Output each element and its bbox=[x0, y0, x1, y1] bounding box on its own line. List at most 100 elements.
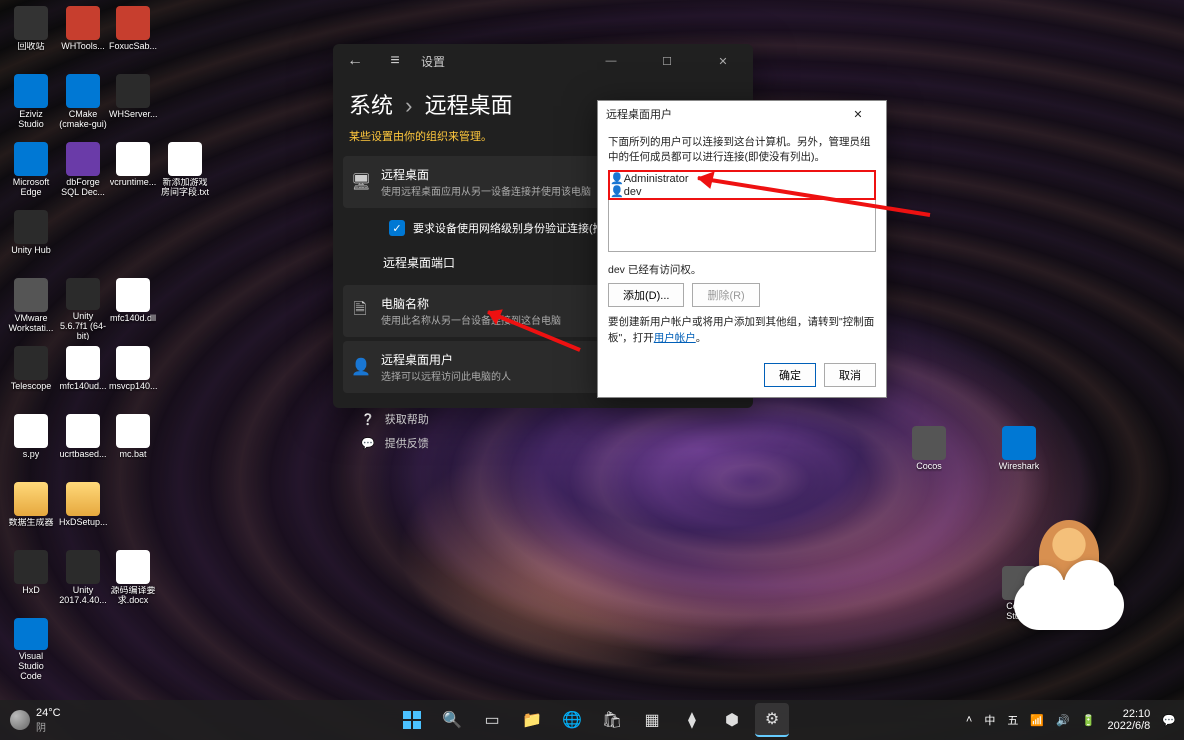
store-icon[interactable]: 🛍 bbox=[595, 703, 629, 737]
visual-studio-icon[interactable]: ⧫ bbox=[675, 703, 709, 737]
search-button[interactable]: 🔍 bbox=[435, 703, 469, 737]
menu-button[interactable]: ≡ bbox=[381, 47, 409, 75]
folder-icon bbox=[14, 482, 48, 516]
desktop-icon[interactable]: vcruntime... bbox=[108, 136, 158, 204]
list-item[interactable]: 👤dev bbox=[610, 185, 874, 198]
app-blue-icon bbox=[14, 74, 48, 108]
ok-button[interactable]: 确定 bbox=[764, 363, 816, 387]
maximize-button[interactable]: ☐ bbox=[645, 46, 689, 76]
desktop-icon[interactable]: Microsoft Edge bbox=[6, 136, 56, 204]
weather-widget[interactable]: 24°C 阴 bbox=[10, 707, 61, 734]
back-button[interactable]: ← bbox=[341, 47, 369, 75]
desktop-icon-label: mfc140d.dll bbox=[110, 314, 156, 324]
desktop-icon[interactable]: 回收站 bbox=[6, 0, 56, 68]
app-dark-icon bbox=[14, 210, 48, 244]
breadcrumb-root[interactable]: 系统 bbox=[349, 93, 393, 118]
desktop-icon[interactable]: HxD bbox=[6, 544, 56, 612]
add-button[interactable]: 添加(D)... bbox=[608, 283, 684, 307]
desktop-mascot bbox=[1014, 520, 1124, 630]
desktop-icon[interactable]: Wireshark bbox=[994, 420, 1044, 488]
notifications-icon[interactable]: 💬 bbox=[1162, 714, 1176, 727]
desktop-icon[interactable]: mfc140ud... bbox=[58, 340, 108, 408]
app-grey-icon bbox=[912, 426, 946, 460]
desktop-icon[interactable]: ucrtbased... bbox=[58, 408, 108, 476]
desktop-icon[interactable]: HxDSetup... bbox=[58, 476, 108, 544]
desktop-icon[interactable]: Unity 2017.4.40... bbox=[58, 544, 108, 612]
app-blue-icon bbox=[1002, 426, 1036, 460]
app-icon[interactable]: ⬢ bbox=[715, 703, 749, 737]
desktop-icon-label: Visual Studio Code bbox=[7, 652, 55, 680]
desktop-icon[interactable]: s.py bbox=[6, 408, 56, 476]
desktop-icon-label: 数据生成器 bbox=[8, 518, 53, 528]
dialog-title: 远程桌面用户 bbox=[606, 106, 672, 122]
file-icon bbox=[116, 346, 150, 380]
checkbox-checked-icon[interactable]: ✓ bbox=[389, 220, 405, 236]
ime-indicator[interactable]: 中 bbox=[984, 712, 995, 728]
feedback-link[interactable]: 💬提供反馈 bbox=[361, 431, 725, 455]
row-subtitle: 使用远程桌面应用从另一设备连接并使用该电脑 bbox=[381, 183, 591, 198]
desktop-icon[interactable]: dbForge SQL Dec... bbox=[58, 136, 108, 204]
list-item[interactable]: 👤Administrator bbox=[610, 172, 874, 185]
clock[interactable]: 22:10 2022/6/8 bbox=[1107, 708, 1150, 732]
desktop-icon[interactable]: 数据生成器 bbox=[6, 476, 56, 544]
desktop-icon[interactable]: mfc140d.dll bbox=[108, 272, 158, 340]
volume-icon[interactable]: 🔊 bbox=[1056, 714, 1070, 727]
desktop-icon[interactable]: WHServer... bbox=[108, 68, 158, 136]
file-icon bbox=[14, 414, 48, 448]
desktop-icon[interactable]: FoxucSab... bbox=[108, 0, 158, 68]
file-icon bbox=[116, 142, 150, 176]
file-explorer-icon[interactable]: 📁 bbox=[515, 703, 549, 737]
minimize-button[interactable]: — bbox=[589, 46, 633, 76]
close-button[interactable]: ✕ bbox=[701, 46, 745, 76]
app-icon[interactable]: ▦ bbox=[635, 703, 669, 737]
tray-chevron-icon[interactable]: ˄ bbox=[966, 714, 972, 726]
system-tray[interactable]: ˄ 中 五 📶 🔊 🔋 22:10 2022/6/8 💬 bbox=[966, 708, 1176, 732]
wifi-icon[interactable]: 📶 bbox=[1030, 714, 1044, 727]
remote-desktop-users-dialog: 远程桌面用户 ✕ 下面所列的用户可以连接到这台计算机。另外，管理员组中的任何成员… bbox=[597, 100, 887, 398]
file-icon bbox=[116, 414, 150, 448]
battery-icon[interactable]: 🔋 bbox=[1082, 714, 1096, 727]
desktop-icon-label: Unity 5.6.7f1 (64-bit) bbox=[59, 312, 107, 340]
desktop-icon[interactable]: Eziviz Studio bbox=[6, 68, 56, 136]
cancel-button[interactable]: 取消 bbox=[824, 363, 876, 387]
desktop-icon-label: Eziviz Studio bbox=[7, 110, 55, 130]
task-view-button[interactable]: ▭ bbox=[475, 703, 509, 737]
app-blue-icon bbox=[66, 74, 100, 108]
settings-taskbar-icon[interactable]: ⚙ bbox=[755, 703, 789, 737]
settings-titlebar: ← ≡ 设置 — ☐ ✕ bbox=[333, 44, 753, 78]
desktop-icon[interactable]: Unity Hub bbox=[6, 204, 56, 272]
start-button[interactable] bbox=[395, 703, 429, 737]
desktop-icon[interactable]: Unity 5.6.7f1 (64-bit) bbox=[58, 272, 108, 340]
desktop-icon-label: ucrtbased... bbox=[59, 450, 106, 460]
monitor-icon: 🖥 bbox=[351, 172, 369, 192]
app-dark-icon bbox=[14, 550, 48, 584]
get-help-link[interactable]: ❔获取帮助 bbox=[361, 407, 725, 431]
desktop-icon[interactable]: Visual Studio Code bbox=[6, 612, 56, 680]
person-icon: 👤 bbox=[351, 357, 369, 377]
desktop-icon[interactable]: 源码编译要求.docx bbox=[108, 544, 158, 612]
user-list[interactable]: 👤Administrator 👤dev bbox=[608, 170, 876, 252]
app-red-icon bbox=[116, 6, 150, 40]
edge-icon[interactable]: 🌐 bbox=[555, 703, 589, 737]
desktop-icon[interactable]: Telescope bbox=[6, 340, 56, 408]
desktop-icon-label: s.py bbox=[23, 450, 40, 460]
desktop-icon[interactable]: 新添加游戏房间字段.txt bbox=[160, 136, 210, 204]
user-accounts-link[interactable]: 用户帐户 bbox=[654, 332, 696, 344]
remove-button[interactable]: 删除(R) bbox=[692, 283, 759, 307]
app-dark-icon bbox=[66, 550, 100, 584]
desktop-icon-label: dbForge SQL Dec... bbox=[59, 178, 107, 198]
desktop-icon-label: Cocos bbox=[916, 462, 942, 472]
desktop-icon[interactable]: Cocos bbox=[904, 420, 954, 488]
ime-indicator[interactable]: 五 bbox=[1007, 712, 1018, 728]
desktop-icon[interactable]: VMware Workstati... bbox=[6, 272, 56, 340]
dialog-close-button[interactable]: ✕ bbox=[838, 103, 878, 125]
desktop-icon[interactable]: WHTools... bbox=[58, 0, 108, 68]
app-purple-icon bbox=[66, 142, 100, 176]
app-blue-icon bbox=[14, 618, 48, 650]
app-dark-icon bbox=[66, 278, 100, 310]
desktop-icon-label: mfc140ud... bbox=[59, 382, 106, 392]
desktop-icon-label: CMake (cmake-gui) bbox=[59, 110, 107, 130]
desktop-icon[interactable]: msvcp140... bbox=[108, 340, 158, 408]
desktop-icon[interactable]: CMake (cmake-gui) bbox=[58, 68, 108, 136]
desktop-icon[interactable]: mc.bat bbox=[108, 408, 158, 476]
